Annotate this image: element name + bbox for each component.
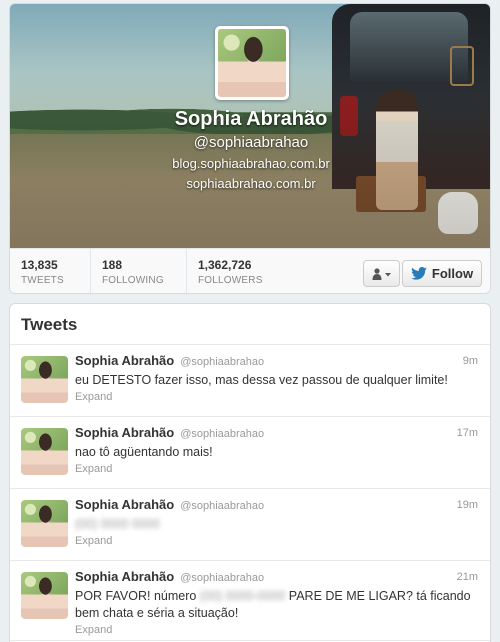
stat-following[interactable]: 188 FOLLOWING [90,249,186,293]
tweet-author-name[interactable]: Sophia Abrahão [75,569,174,584]
tweets-card: Tweets Sophia Abrahão @sophiaabrahao 9m … [9,303,491,642]
stat-tweets-value: 13,835 [21,258,58,272]
profile-card: Sophia Abrahão @sophiaabrahao blog.sophi… [9,3,491,294]
profile-avatar-photo [218,29,286,97]
header-banner: Sophia Abrahão @sophiaabrahao blog.sophi… [10,4,490,248]
stat-tweets-label: TWEETS [21,275,64,286]
tweet-item[interactable]: Sophia Abrahão @sophiaabrahao 19m (00) 0… [10,489,490,561]
redacted-phone-number: (00) 0000-0000 [199,589,286,603]
tweet-timestamp[interactable]: 19m [457,499,478,511]
tweet-author-name[interactable]: Sophia Abrahão [75,497,174,512]
tweet-timestamp[interactable]: 9m [463,355,478,367]
tweet-avatar[interactable] [21,500,68,547]
tweet-author-handle[interactable]: @sophiaabrahao [180,356,264,368]
tweet-expand-link[interactable]: Expand [75,535,479,547]
profile-link-site[interactable]: sophiaabrahao.com.br [70,176,432,191]
profile-link-blog[interactable]: blog.sophiaabrahao.com.br [70,156,432,171]
user-actions-button[interactable] [363,260,400,287]
profile-handle: @sophiaabrahao [193,134,309,151]
follow-button-label: Follow [431,266,474,281]
twitter-bird-icon [411,267,427,280]
tweet-avatar[interactable] [21,572,68,619]
tweet-text: nao tô agüentando mais! [75,445,213,459]
stat-followers-label: FOLLOWERS [198,275,263,286]
tweet-author-handle[interactable]: @sophiaabrahao [180,428,264,440]
tweet-expand-link[interactable]: Expand [75,391,479,403]
stat-following-label: FOLLOWING [102,275,164,286]
profile-name: Sophia Abrahão [174,108,328,130]
tweet-text: POR FAVOR! número (00) 0000-0000 PARE DE… [75,588,479,622]
tweet-expand-link[interactable]: Expand [75,624,479,636]
stat-followers-value: 1,362,726 [198,258,252,272]
tweet-text: (00) 0000 0000 [75,516,479,533]
tweet-timestamp[interactable]: 17m [457,427,478,439]
person-icon [372,267,391,280]
tweet-item[interactable]: Sophia Abrahão @sophiaabrahao 9m eu DETE… [10,345,490,417]
stat-tweets[interactable]: 13,835 TWEETS [10,249,90,293]
tweet-avatar[interactable] [21,356,68,403]
tweet-author-handle[interactable]: @sophiaabrahao [180,500,264,512]
tweets-heading: Tweets [10,304,490,345]
tweet-item[interactable]: Sophia Abrahão @sophiaabrahao 21m POR FA… [10,561,490,641]
stat-following-value: 188 [102,258,123,272]
tweet-author-name[interactable]: Sophia Abrahão [75,425,174,440]
stats-bar: 13,835 TWEETS 188 FOLLOWING 1,362,726 FO… [10,248,490,293]
tweet-text: eu DETESTO fazer isso, mas dessa vez pas… [75,373,448,387]
tweet-item[interactable]: Sophia Abrahão @sophiaabrahao 17m nao tô… [10,417,490,489]
tweet-avatar[interactable] [21,428,68,475]
profile-avatar[interactable] [215,26,289,100]
redacted-phone-number: (00) 0000 0000 [75,517,160,531]
tweet-timestamp[interactable]: 21m [457,571,478,583]
tweet-author-name[interactable]: Sophia Abrahão [75,353,174,368]
follow-button[interactable]: Follow [402,260,482,287]
stat-followers[interactable]: 1,362,726 FOLLOWERS [186,249,286,293]
tweet-expand-link[interactable]: Expand [75,463,479,475]
tweet-author-handle[interactable]: @sophiaabrahao [180,572,264,584]
tweet-text-part: POR FAVOR! número [75,589,197,603]
